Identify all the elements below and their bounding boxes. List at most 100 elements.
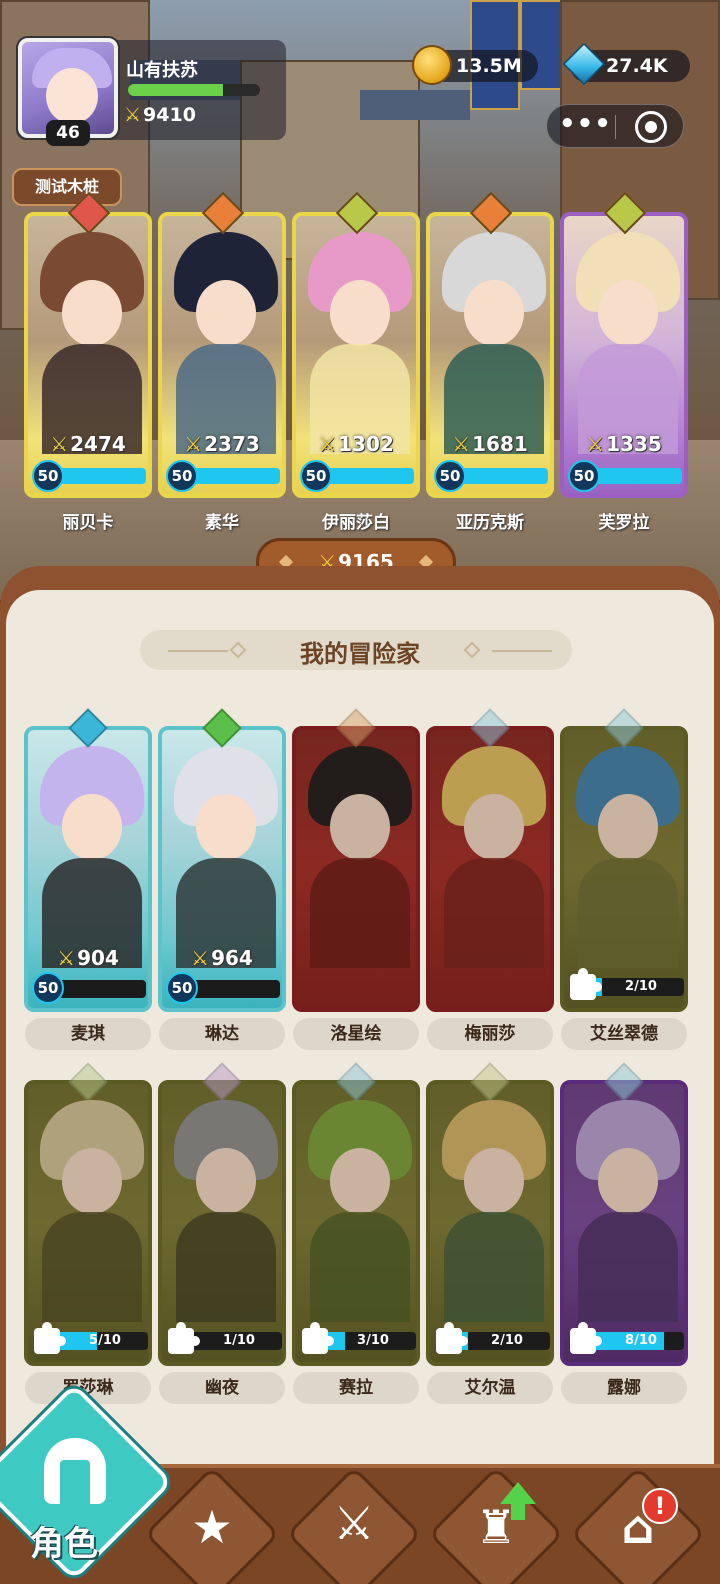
roster-hero-name: 梅丽莎 [427, 1018, 553, 1050]
roster-hero-card[interactable] [426, 726, 554, 1012]
locked-shade [564, 730, 684, 1008]
player-level-badge: 46 [46, 120, 90, 146]
hero-level-bar [50, 468, 146, 484]
puzzle-piece-icon [570, 1322, 602, 1354]
roster-title: 我的冒险家 [300, 640, 420, 668]
gold-counter[interactable]: 13.5M [412, 45, 538, 85]
gold-coin-icon [412, 45, 452, 85]
nav-character-label: 角色 [30, 1524, 98, 1564]
hero-level-bar [318, 468, 414, 484]
hero-level-fill [452, 468, 548, 484]
roster-hero-card[interactable]: 1/10 [158, 1080, 286, 1366]
locked-shade [430, 730, 550, 1008]
locked-shade [564, 1084, 684, 1362]
close-target-icon[interactable] [635, 111, 667, 143]
team-hero-card[interactable]: ⚔ 1302 50 [292, 212, 420, 498]
roster-hero-name: 幽夜 [159, 1372, 285, 1404]
hero-level-bar [452, 468, 548, 484]
hero-power: ⚔ 1302 [296, 432, 416, 456]
team-hero-name: 亚历克斯 [456, 513, 524, 533]
gem-counter[interactable]: 27.4K [562, 42, 690, 86]
sword-icon: ⚔ [452, 432, 471, 456]
castle-icon: ♜ [475, 1500, 517, 1554]
shard-count: 2/10 [625, 979, 657, 994]
hero-power-value: 1302 [338, 432, 394, 456]
hero-level-badge: 50 [434, 460, 466, 492]
roster-hero-name: 艾尔温 [427, 1372, 553, 1404]
hero-power-value: 2474 [70, 432, 126, 456]
test-dummy-button[interactable]: 测试木桩 [12, 168, 122, 206]
player-power: ⚔ 9410 [124, 104, 196, 126]
roster-hero-card[interactable]: ⚔ 904 50 [24, 726, 152, 1012]
team-hero-card[interactable]: ⚔ 2474 50 [24, 212, 152, 498]
upgrade-arrow-icon [500, 1482, 536, 1504]
hero-level-badge: 50 [32, 460, 64, 492]
roster-hero-card[interactable]: 2/10 [560, 726, 688, 1012]
team-hero-card[interactable]: ⚔ 2373 50 [158, 212, 286, 498]
hero-power: ⚔ 1335 [564, 432, 684, 456]
gold-amount: 13.5M [456, 55, 522, 77]
hero-portrait-face [330, 280, 390, 346]
hero-level-bar [184, 980, 280, 998]
locked-shade [296, 730, 416, 1008]
more-options-icon[interactable]: ••• [559, 109, 612, 139]
sword-icon: ⚔ [184, 432, 203, 456]
player-power-value: 9410 [143, 104, 196, 126]
hero-power-value: 1681 [472, 432, 528, 456]
player-xp-bar [128, 84, 260, 96]
sword-icon: ⚔ [57, 946, 76, 970]
roster-hero-card[interactable]: 5/10 [24, 1080, 152, 1366]
puzzle-piece-icon [168, 1322, 200, 1354]
hero-portrait-face [196, 794, 256, 860]
sword-icon: ⚔ [50, 432, 69, 456]
puzzle-piece-icon [302, 1322, 334, 1354]
team-hero-name: 伊丽莎白 [322, 513, 390, 533]
helmet-icon [44, 1438, 106, 1504]
locked-shade [28, 1084, 148, 1362]
hero-power: ⚔ 2373 [162, 432, 282, 456]
hero-portrait-face [464, 280, 524, 346]
shard-count: 3/10 [357, 1333, 389, 1348]
roster-hero-card[interactable]: 2/10 [426, 1080, 554, 1366]
team-hero-name: 芙罗拉 [598, 513, 650, 533]
player-name: 山有扶苏 [126, 60, 198, 81]
locked-shade [430, 1084, 550, 1362]
hero-power-value: 1335 [606, 432, 662, 456]
roster-hero-name: 艾丝翠德 [561, 1018, 687, 1050]
hero-portrait-face [62, 794, 122, 860]
shard-count: 2/10 [491, 1333, 523, 1348]
hero-level-bar [50, 980, 146, 998]
team-hero-name: 丽贝卡 [62, 513, 114, 533]
hero-power: ⚔ 2474 [28, 432, 148, 456]
roster-hero-card[interactable] [292, 726, 420, 1012]
hero-power-value: 904 [77, 946, 119, 970]
roster-hero-name: 琳达 [159, 1018, 285, 1050]
gem-amount: 27.4K [606, 55, 668, 77]
crossed-swords-icon: ⚔ [333, 1496, 375, 1550]
shard-count: 1/10 [223, 1333, 255, 1348]
hero-level-fill [50, 468, 146, 484]
sword-icon: ⚔ [586, 432, 605, 456]
roster-hero-card[interactable]: 8/10 [560, 1080, 688, 1366]
puzzle-piece-icon [34, 1322, 66, 1354]
roster-hero-card[interactable]: ⚔ 964 50 [158, 726, 286, 1012]
hero-level-fill [318, 468, 414, 484]
menu-divider [615, 115, 616, 139]
alert-badge: ! [642, 1488, 678, 1524]
hero-portrait-face [598, 280, 658, 346]
hero-level-fill [586, 468, 682, 484]
upgrade-arrow-stem [511, 1502, 525, 1520]
locked-shade [296, 1084, 416, 1362]
mini-program-menu: ••• [546, 104, 684, 148]
team-hero-card[interactable]: ⚔ 1681 50 [426, 212, 554, 498]
hero-portrait-face [196, 280, 256, 346]
hero-portrait-face [62, 280, 122, 346]
hero-level-badge: 50 [568, 460, 600, 492]
puzzle-piece-icon [436, 1322, 468, 1354]
hero-power-value: 2373 [204, 432, 260, 456]
hero-power-value: 964 [211, 946, 253, 970]
team-hero-card[interactable]: ⚔ 1335 50 [560, 212, 688, 498]
roster-hero-card[interactable]: 3/10 [292, 1080, 420, 1366]
hero-power: ⚔ 904 [28, 946, 148, 970]
hero-level-badge: 50 [300, 460, 332, 492]
